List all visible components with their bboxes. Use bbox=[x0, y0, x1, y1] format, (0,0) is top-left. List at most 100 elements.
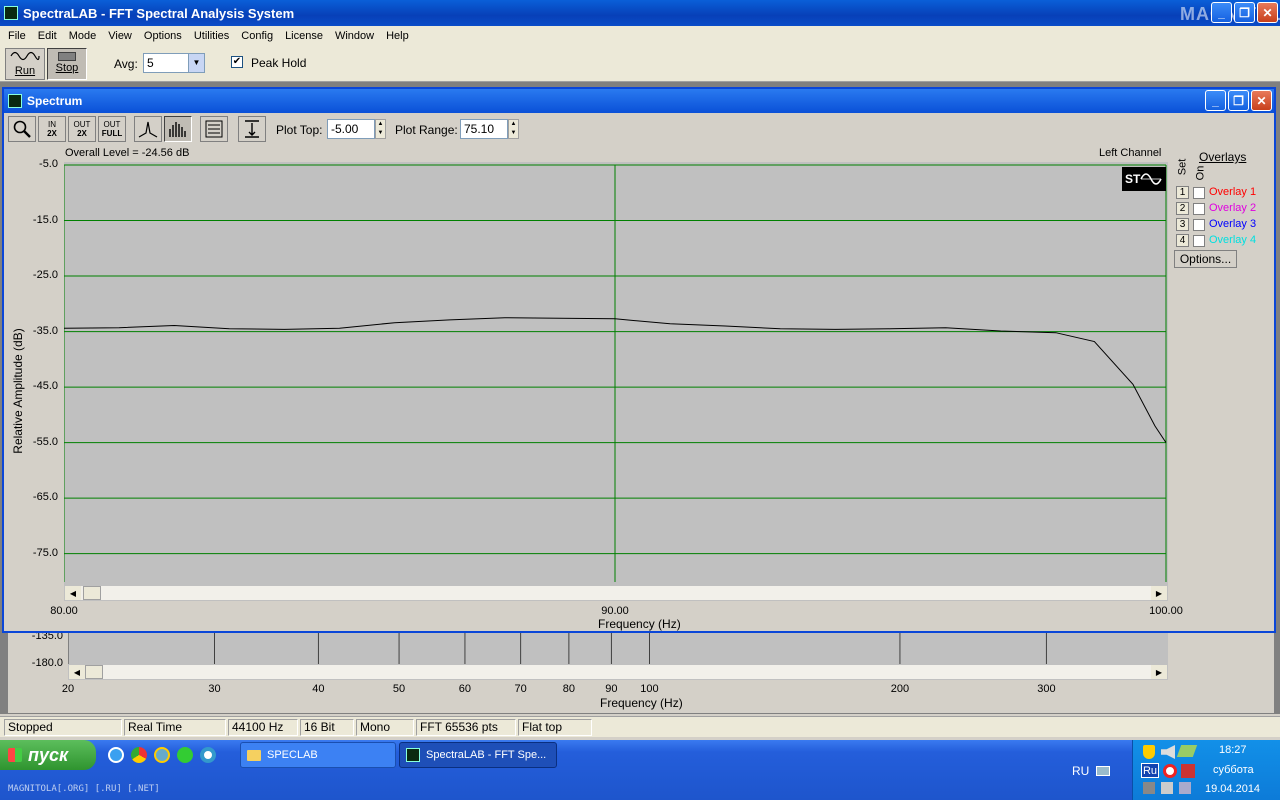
overlay-set-label: Set bbox=[1176, 158, 1189, 176]
tray-language[interactable]: Ru bbox=[1141, 763, 1159, 778]
x-tick-label: 90.00 bbox=[601, 605, 629, 617]
y-tick-label: -65.0 bbox=[32, 491, 58, 504]
taskbar-item-label: SPECLAB bbox=[267, 749, 318, 761]
overlay-set-button[interactable]: 1 bbox=[1176, 186, 1189, 199]
st-logo-text: ST bbox=[1125, 172, 1141, 186]
plot-top-value: -5.00 bbox=[331, 122, 359, 136]
overlay-on-checkbox[interactable] bbox=[1193, 203, 1205, 215]
bg-x-tick-label: 30 bbox=[208, 683, 221, 695]
menu-view[interactable]: View bbox=[102, 30, 138, 42]
scroll-left-icon[interactable]: ◀ bbox=[65, 586, 81, 600]
tray-app-icon[interactable] bbox=[1181, 764, 1195, 778]
ie-quicklaunch-icon[interactable] bbox=[108, 747, 124, 763]
line-mode-button[interactable] bbox=[134, 116, 162, 142]
bg-x-tick-label: 90 bbox=[605, 683, 618, 695]
menu-mode[interactable]: Mode bbox=[63, 30, 103, 42]
y-tick-label: -75.0 bbox=[32, 546, 58, 559]
app-quicklaunch-icon[interactable] bbox=[177, 747, 193, 763]
menu-license[interactable]: License bbox=[279, 30, 329, 42]
bar-mode-button[interactable] bbox=[164, 116, 192, 142]
clock-day: суббота bbox=[1213, 764, 1254, 776]
overlay-set-button[interactable]: 2 bbox=[1176, 202, 1189, 215]
maximize-button[interactable]: ❐ bbox=[1234, 2, 1255, 23]
scroll-right-icon[interactable]: ▶ bbox=[1151, 665, 1167, 679]
overlay-on-checkbox[interactable] bbox=[1193, 219, 1205, 231]
network-icon[interactable] bbox=[1176, 745, 1198, 757]
stop-icon bbox=[58, 52, 76, 61]
close-button[interactable]: ✕ bbox=[1257, 2, 1278, 23]
overlay-options-label: Options... bbox=[1179, 252, 1232, 266]
minimize-button[interactable]: _ bbox=[1211, 2, 1232, 23]
scroll-thumb[interactable] bbox=[83, 586, 101, 600]
autoscale-button[interactable] bbox=[238, 116, 266, 142]
keyboard-icon[interactable] bbox=[1096, 766, 1110, 776]
speaker-icon[interactable] bbox=[1161, 745, 1175, 759]
start-button[interactable]: пуск bbox=[0, 740, 96, 770]
plot-top-input[interactable]: -5.00 bbox=[327, 119, 375, 139]
zoom-button[interactable] bbox=[8, 116, 36, 142]
spectrum-minimize-button[interactable]: _ bbox=[1205, 90, 1226, 111]
zoom-full-factor: FULL bbox=[101, 129, 123, 138]
run-button[interactable]: Run bbox=[5, 48, 45, 80]
bg-y-tick: -180.0 bbox=[31, 657, 63, 669]
menu-config[interactable]: Config bbox=[235, 30, 279, 42]
plot-top-spinner[interactable]: ▲ ▼ bbox=[375, 119, 386, 139]
avg-select[interactable]: 5 ▼ bbox=[143, 53, 205, 73]
menu-options[interactable]: Options bbox=[138, 30, 188, 42]
menu-bar: File Edit Mode View Options Utilities Co… bbox=[0, 26, 1280, 45]
scroll-thumb[interactable] bbox=[85, 665, 103, 679]
bar-graph-icon bbox=[169, 122, 186, 137]
spectrum-maximize-button[interactable]: ❐ bbox=[1228, 90, 1249, 111]
bg-x-axis-label: Frequency (Hz) bbox=[600, 696, 683, 710]
zoom-in-2x-button[interactable]: IN 2X bbox=[38, 116, 66, 142]
scroll-right-icon[interactable]: ▶ bbox=[1151, 586, 1167, 600]
chevron-down-icon[interactable]: ▼ bbox=[188, 54, 204, 72]
x-tick-label: 100.00 bbox=[1149, 605, 1183, 617]
st-logo: ST bbox=[1122, 167, 1166, 191]
overlay-on-checkbox[interactable] bbox=[1193, 235, 1205, 247]
menu-edit[interactable]: Edit bbox=[32, 30, 63, 42]
status-bar: Stopped Real Time 44100 Hz 16 Bit Mono F… bbox=[0, 716, 1280, 737]
tray-icon-row3-c[interactable] bbox=[1179, 782, 1191, 794]
menu-window[interactable]: Window bbox=[329, 30, 380, 42]
chrome-quicklaunch-icon[interactable] bbox=[131, 747, 147, 763]
horizontal-scrollbar[interactable]: ◀ ▶ bbox=[64, 585, 1168, 601]
magnifier-icon bbox=[13, 120, 31, 138]
shield-icon[interactable] bbox=[1143, 745, 1155, 759]
bg-horizontal-scrollbar[interactable]: ◀ ▶ bbox=[68, 664, 1168, 680]
display-settings-button[interactable] bbox=[200, 116, 228, 142]
zoom-in-factor: 2X bbox=[47, 129, 57, 138]
zoom-out-factor: 2X bbox=[77, 129, 87, 138]
bg-x-tick-label: 20 bbox=[61, 683, 75, 695]
plot-range-input[interactable]: 75.10 bbox=[460, 119, 508, 139]
overlay-set-button[interactable]: 4 bbox=[1176, 234, 1189, 247]
browser-quicklaunch-icon[interactable] bbox=[154, 747, 170, 763]
plot-range-spinner[interactable]: ▲ ▼ bbox=[508, 119, 519, 139]
tray-icon-row3-b[interactable] bbox=[1161, 782, 1173, 794]
opera-icon[interactable] bbox=[1163, 764, 1177, 778]
spectrum-title: Spectrum bbox=[27, 94, 83, 108]
menu-file[interactable]: File bbox=[2, 30, 32, 42]
media-quicklaunch-icon[interactable] bbox=[200, 747, 216, 763]
tray-icon-row3-a[interactable] bbox=[1143, 782, 1155, 794]
taskbar-item-spectralab[interactable]: SpectraLAB - FFT Spe... bbox=[399, 742, 557, 768]
taskbar-item-speclab-folder[interactable]: SPECLAB bbox=[240, 742, 396, 768]
menu-utilities[interactable]: Utilities bbox=[188, 30, 235, 42]
clock-time[interactable]: 18:27 bbox=[1219, 744, 1247, 756]
overlay-on-checkbox[interactable] bbox=[1193, 187, 1205, 199]
zoom-out-2x-button[interactable]: OUT 2X bbox=[68, 116, 96, 142]
peak-hold-checkbox[interactable]: ✔ bbox=[231, 56, 243, 68]
status-mode: Real Time bbox=[124, 719, 226, 736]
overlay-options-button[interactable]: Options... bbox=[1174, 250, 1237, 268]
x-tick-label: 80.00 bbox=[50, 605, 78, 617]
scroll-left-icon[interactable]: ◀ bbox=[69, 665, 85, 679]
overlays-title: Overlays bbox=[1199, 150, 1247, 164]
menu-help[interactable]: Help bbox=[380, 30, 415, 42]
avg-value: 5 bbox=[147, 56, 154, 70]
zoom-full-button[interactable]: OUT FULL bbox=[98, 116, 126, 142]
language-indicator[interactable]: RU bbox=[1072, 764, 1089, 778]
spectrum-close-button[interactable]: ✕ bbox=[1251, 90, 1272, 111]
status-window: Flat top bbox=[518, 719, 592, 736]
overlay-set-button[interactable]: 3 bbox=[1176, 218, 1189, 231]
stop-button[interactable]: Stop bbox=[47, 48, 87, 80]
